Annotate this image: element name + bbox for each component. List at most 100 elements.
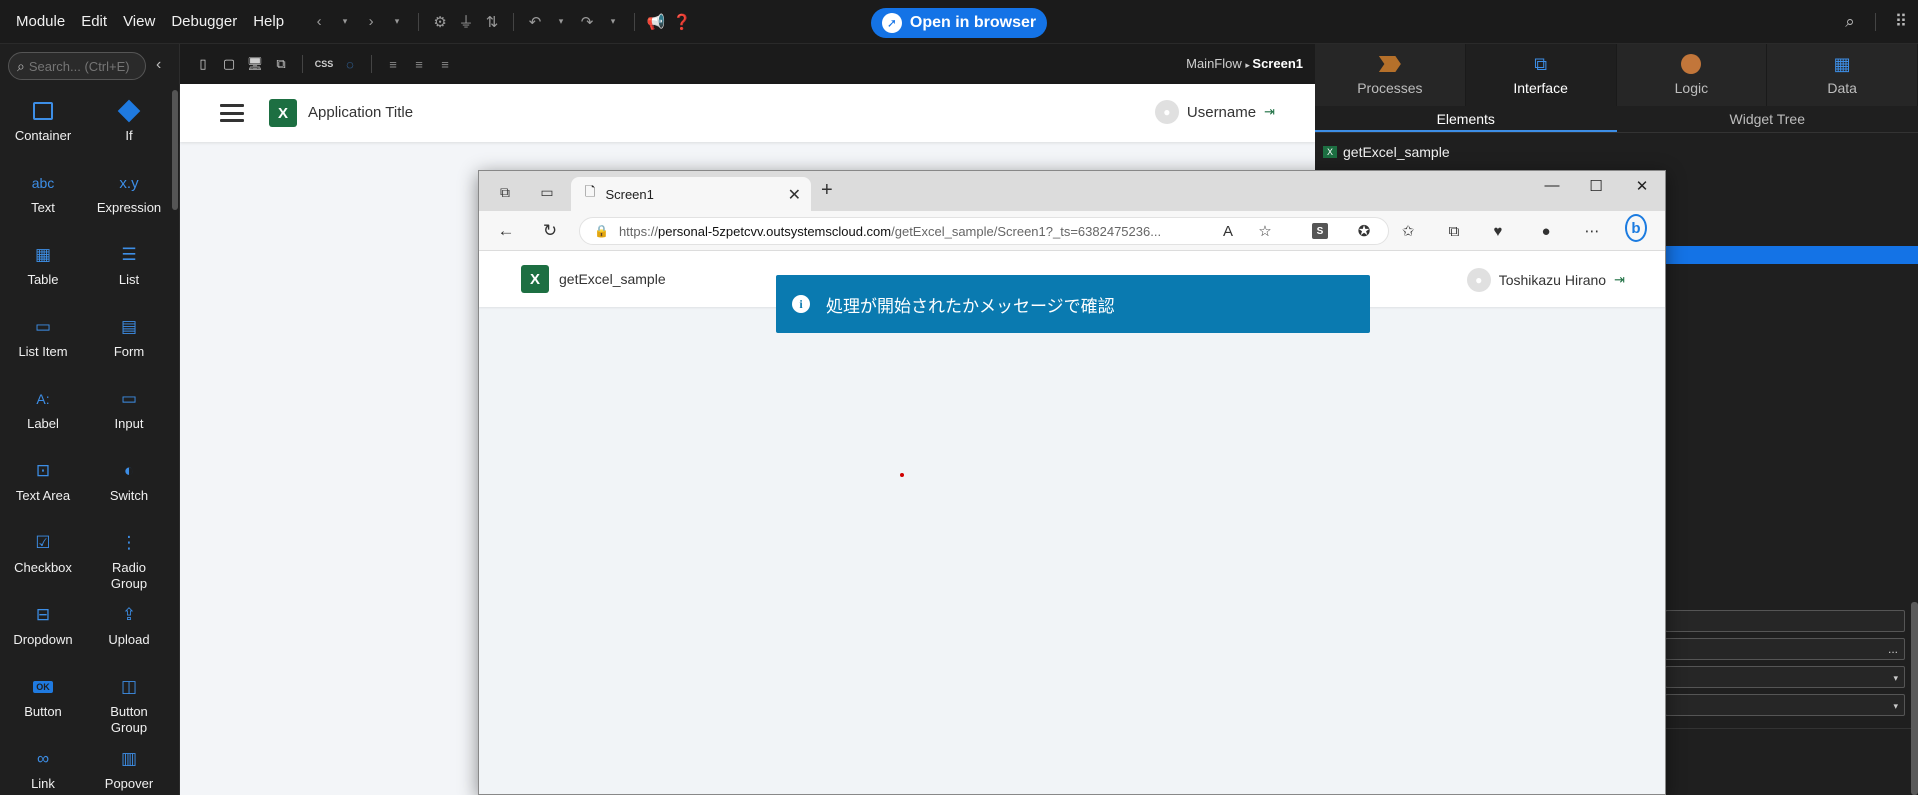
align-left-icon[interactable]: ≡: [380, 51, 406, 77]
vertical-tabs-icon[interactable]: ▭: [537, 182, 557, 202]
tablet-view-icon[interactable]: ▢: [216, 51, 242, 77]
menu-edit[interactable]: Edit: [73, 0, 115, 44]
layout-icon[interactable]: ⧉: [268, 51, 294, 77]
toolbox-search-input[interactable]: [28, 58, 135, 74]
search-icon[interactable]: ⌕: [1833, 9, 1867, 35]
phone-view-icon[interactable]: ▯: [190, 51, 216, 77]
menu-view[interactable]: View: [115, 0, 163, 44]
favorite-star-icon[interactable]: ☆: [1254, 220, 1276, 242]
property-dropdown[interactable]: ▾: [1665, 666, 1905, 688]
logout-icon[interactable]: ⇥: [1614, 272, 1625, 288]
back-icon[interactable]: ‹: [306, 9, 332, 35]
help-icon[interactable]: ❓: [669, 9, 695, 35]
back-arrow-icon[interactable]: ←: [495, 220, 517, 242]
css-icon[interactable]: CSS: [311, 51, 337, 77]
minimize-icon[interactable]: —: [1537, 177, 1567, 194]
tool-label: Text: [31, 200, 55, 215]
extensions-puzzle-icon[interactable]: ✪: [1353, 220, 1375, 242]
right-panel-scrollbar[interactable]: [1911, 602, 1918, 795]
user-info[interactable]: ● Username ⇥: [1154, 100, 1275, 124]
settings-gear-icon[interactable]: ⚙: [427, 9, 453, 35]
maximize-icon[interactable]: ☐: [1581, 177, 1611, 195]
tool-radio-group[interactable]: ⋮ Radio Group: [86, 526, 172, 598]
tool-upload[interactable]: ⇪ Upload: [86, 598, 172, 670]
property-dropdown[interactable]: ▾: [1665, 694, 1905, 716]
tab-interface[interactable]: ⧉ Interface: [1465, 44, 1617, 106]
extension-s-icon[interactable]: S: [1309, 220, 1331, 242]
back-dropdown-icon[interactable]: ▾: [332, 9, 358, 35]
tool-input[interactable]: ▭ Input: [86, 382, 172, 454]
property-field[interactable]: [1665, 610, 1905, 632]
plug-icon[interactable]: ⏚: [453, 9, 479, 35]
forward-icon[interactable]: ›: [358, 9, 384, 35]
tool-text-area[interactable]: ⊡ Text Area: [0, 454, 86, 526]
toolbox-scrollbar[interactable]: [172, 90, 178, 210]
health-icon[interactable]: ♥: [1487, 220, 1509, 242]
desktop-view-icon[interactable]: 🖥: [242, 51, 268, 77]
tool-container[interactable]: Container: [0, 94, 86, 166]
merge-icon[interactable]: ⇅: [479, 9, 505, 35]
loading-spinner-icon[interactable]: ◌: [337, 51, 363, 77]
apps-grid-icon[interactable]: ⠿: [1884, 9, 1918, 35]
new-tab-icon[interactable]: +: [821, 179, 833, 202]
tool-list[interactable]: ☰ List: [86, 238, 172, 310]
subtab-widget-tree[interactable]: Widget Tree: [1617, 106, 1918, 132]
align-right-icon[interactable]: ≡: [432, 51, 458, 77]
tool-popover-menu[interactable]: ▥ Popover Menu: [86, 742, 172, 795]
tree-selected-row[interactable]: [1665, 246, 1918, 264]
bing-copilot-icon[interactable]: b: [1625, 214, 1647, 242]
tool-expression[interactable]: x.y Expression: [86, 166, 172, 238]
close-tab-icon[interactable]: ✕: [788, 185, 801, 205]
feedback-message[interactable]: i 処理が開始されたかメッセージで確認: [776, 275, 1370, 333]
tool-switch[interactable]: ◐ Switch: [86, 454, 172, 526]
open-in-browser-button[interactable]: ➚ Open in browser: [871, 8, 1047, 38]
tool-text[interactable]: abc Text: [0, 166, 86, 238]
tool-checkbox[interactable]: ☑ Checkbox: [0, 526, 86, 598]
read-aloud-icon[interactable]: A: [1217, 220, 1239, 242]
align-center-icon[interactable]: ≡: [406, 51, 432, 77]
collections-icon[interactable]: ⧉: [1443, 220, 1465, 242]
tool-dropdown[interactable]: ⊟ Dropdown: [0, 598, 86, 670]
property-field-more[interactable]: ...: [1665, 638, 1905, 660]
tool-if[interactable]: If: [86, 94, 172, 166]
redo-icon[interactable]: ↷: [574, 9, 600, 35]
refresh-icon[interactable]: ↻: [539, 220, 561, 242]
menu-module[interactable]: Module: [0, 0, 73, 44]
tool-list-item[interactable]: ▭ List Item: [0, 310, 86, 382]
more-menu-icon[interactable]: ⋯: [1581, 220, 1603, 242]
subtab-elements[interactable]: Elements: [1315, 106, 1617, 132]
page-user-info[interactable]: ● Toshikazu Hirano ⇥: [1466, 268, 1625, 292]
tool-form[interactable]: ▤ Form: [86, 310, 172, 382]
undo-icon[interactable]: ↶: [522, 9, 548, 35]
tab-logic[interactable]: Logic: [1616, 44, 1768, 106]
hamburger-menu-icon[interactable]: [220, 104, 244, 122]
toolbox-search[interactable]: ⌕: [8, 52, 146, 80]
collapse-toolbox-icon[interactable]: ‹: [156, 56, 161, 74]
tool-button[interactable]: OK Button: [0, 670, 86, 742]
profile-icon[interactable]: ●: [1535, 220, 1557, 242]
rocket-icon: ➚: [881, 13, 902, 33]
tool-label: List Item: [18, 344, 68, 359]
favorites-icon[interactable]: ✩: [1397, 220, 1419, 242]
tool-label[interactable]: A: Label: [0, 382, 86, 454]
undo-dropdown-icon[interactable]: ▾: [548, 9, 574, 35]
tab-processes[interactable]: Processes: [1315, 44, 1466, 106]
megaphone-icon[interactable]: 📢: [643, 9, 669, 35]
menu-debugger[interactable]: Debugger: [163, 0, 245, 44]
redo-dropdown-icon[interactable]: ▾: [600, 9, 626, 35]
url-path: /getExcel_sample/Screen1?_ts=6382475236.…: [891, 223, 1162, 239]
tab-data[interactable]: ▦ Data: [1767, 44, 1918, 106]
breadcrumb-screen[interactable]: Screen1: [1252, 56, 1303, 71]
tool-table[interactable]: ▦ Table: [0, 238, 86, 310]
logout-icon[interactable]: ⇥: [1264, 104, 1275, 120]
workspaces-icon[interactable]: ⧉: [495, 182, 515, 202]
breadcrumb-flow[interactable]: MainFlow: [1186, 56, 1242, 71]
tree-item-module[interactable]: X getExcel_sample: [1323, 144, 1450, 160]
menu-help[interactable]: Help: [245, 0, 292, 44]
tool-label: List: [118, 272, 140, 287]
close-window-icon[interactable]: ✕: [1627, 177, 1657, 195]
forward-dropdown-icon[interactable]: ▾: [384, 9, 410, 35]
tool-button-group[interactable]: ◫ Button Group: [86, 670, 172, 742]
browser-tab-screen1[interactable]: 🗋 Screen1 ✕: [571, 177, 811, 211]
tool-link[interactable]: ∞ Link: [0, 742, 86, 795]
